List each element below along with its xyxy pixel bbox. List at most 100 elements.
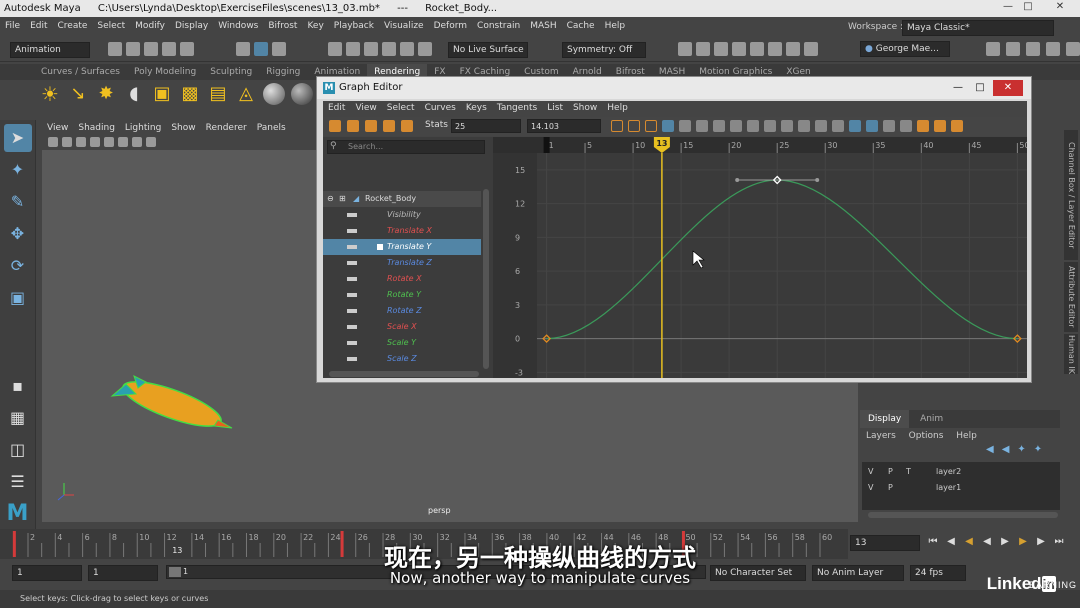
- search-input[interactable]: Search...: [348, 142, 383, 151]
- volume-light-icon[interactable]: ▩: [179, 83, 201, 105]
- layout-four-icon[interactable]: ▦: [4, 404, 32, 432]
- lock-weight-icon[interactable]: [849, 120, 861, 132]
- viewport-menu-lighting[interactable]: Lighting: [120, 120, 166, 136]
- options-menu[interactable]: Options: [909, 431, 944, 441]
- ambient-light-icon[interactable]: ☀: [39, 83, 61, 105]
- rocket-model[interactable]: [110, 373, 233, 435]
- channel-scale-y[interactable]: Scale Y: [323, 335, 481, 351]
- layout-two-icon[interactable]: ◫: [4, 436, 32, 464]
- point-light-icon[interactable]: ✸: [95, 83, 117, 105]
- menu-bifrost[interactable]: Bifrost: [263, 17, 302, 35]
- ge-menu-tangents[interactable]: Tangents: [492, 101, 542, 116]
- area-light-icon[interactable]: ▣: [151, 83, 173, 105]
- flat-tangent-icon[interactable]: [747, 120, 759, 132]
- channel-rotate-z[interactable]: Rotate Z: [323, 303, 481, 319]
- channel-rotate-x[interactable]: Rotate X: [323, 271, 481, 287]
- layer-type-toggle[interactable]: T: [906, 464, 911, 480]
- retime-icon[interactable]: [401, 120, 413, 132]
- layer-row[interactable]: V P layer1: [862, 480, 1060, 496]
- wireframe-icon[interactable]: [104, 137, 114, 147]
- workspace-dropdown[interactable]: Maya Classic*: [902, 20, 1054, 36]
- channel-scale-x[interactable]: Scale X: [323, 319, 481, 335]
- help-menu[interactable]: Help: [956, 431, 977, 441]
- ge-menu-edit[interactable]: Edit: [323, 101, 350, 116]
- channel-translate-x[interactable]: Translate X: [323, 223, 481, 239]
- menu-playback[interactable]: Playback: [329, 17, 379, 35]
- shader-sphere-icon[interactable]: [291, 83, 313, 105]
- layer-visible-toggle[interactable]: V: [868, 480, 873, 496]
- bookmark-icon[interactable]: [76, 137, 86, 147]
- center-current-icon[interactable]: [662, 120, 674, 132]
- tab-attribute-editor[interactable]: Attribute Editor: [1064, 262, 1078, 332]
- menu-modify[interactable]: Modify: [130, 17, 170, 35]
- frame-all-icon[interactable]: [611, 120, 623, 132]
- render-setup-icon[interactable]: [768, 42, 782, 56]
- spot-light-icon[interactable]: ◖: [123, 83, 145, 105]
- new-scene-icon[interactable]: [108, 42, 122, 56]
- maximize-icon[interactable]: □: [1018, 0, 1038, 14]
- render-frame-icon[interactable]: [678, 42, 692, 56]
- shelf-tab-poly-modeling[interactable]: Poly Modeling: [127, 64, 203, 80]
- camera-light-icon[interactable]: ▤: [207, 83, 229, 105]
- insert-key-icon[interactable]: [347, 120, 359, 132]
- new-layer-selected-icon[interactable]: ✦: [1034, 444, 1042, 455]
- render-ipr-icon[interactable]: [696, 42, 710, 56]
- stats-frame-field[interactable]: 25: [451, 119, 521, 133]
- stats-value-field[interactable]: 14.103: [527, 119, 601, 133]
- minimize-icon[interactable]: —: [998, 0, 1018, 14]
- snap-curve-icon[interactable]: [346, 42, 360, 56]
- grid-toggle-icon[interactable]: [90, 137, 100, 147]
- outliner-search[interactable]: ⚲ Search...: [327, 140, 485, 154]
- clamped-tangent-icon[interactable]: [713, 120, 725, 132]
- menu-select[interactable]: Select: [92, 17, 130, 35]
- tab-channel-box[interactable]: Channel Box / Layer Editor: [1064, 130, 1078, 260]
- ge-menu-list[interactable]: List: [542, 101, 568, 116]
- camera-lock-icon[interactable]: [62, 137, 72, 147]
- render-layer-icon[interactable]: ◬: [235, 83, 257, 105]
- layer-playback-toggle[interactable]: P: [888, 480, 893, 496]
- curve-graph-svg[interactable]: 1510152025303540455015129630-313: [493, 137, 1030, 378]
- ge-menu-help[interactable]: Help: [602, 101, 633, 116]
- layer-visible-toggle[interactable]: V: [868, 464, 873, 480]
- menu-mash[interactable]: MASH: [525, 17, 561, 35]
- smooth-shade-icon[interactable]: [118, 137, 128, 147]
- channel-translate-z[interactable]: Translate Z: [323, 255, 481, 271]
- graph-editor-title-bar[interactable]: M Graph Editor — □ ✕: [317, 77, 1031, 99]
- move-key-icon[interactable]: [329, 120, 341, 132]
- ge-minimize-icon[interactable]: —: [949, 80, 967, 96]
- plateau-tangent-icon[interactable]: [781, 120, 793, 132]
- menu-help[interactable]: Help: [600, 17, 631, 35]
- shelf-tab-sculpting[interactable]: Sculpting: [203, 64, 259, 80]
- ge-maximize-icon[interactable]: □: [971, 80, 989, 96]
- frame-selection-icon[interactable]: [628, 120, 640, 132]
- symmetry-dropdown[interactable]: Symmetry: Off: [562, 42, 646, 58]
- snap-surface-icon[interactable]: [418, 42, 432, 56]
- snap-point-icon[interactable]: [364, 42, 378, 56]
- light-editor-icon[interactable]: [786, 42, 800, 56]
- viewport-menu-renderer[interactable]: Renderer: [201, 120, 252, 136]
- snap-view-icon[interactable]: [400, 42, 414, 56]
- tab-human-ik[interactable]: Human IK: [1064, 334, 1078, 374]
- select-tool-icon[interactable]: ➤: [3, 124, 32, 152]
- paint-select-icon[interactable]: ✎: [4, 188, 32, 216]
- expand-icon[interactable]: ⊖: [327, 191, 334, 207]
- break-tangent-icon[interactable]: [798, 120, 810, 132]
- menu-constrain[interactable]: Constrain: [472, 17, 525, 35]
- camera-select-icon[interactable]: [48, 137, 58, 147]
- free-weight-icon[interactable]: [866, 120, 878, 132]
- menu-cache[interactable]: Cache: [562, 17, 600, 35]
- open-scene-icon[interactable]: [126, 42, 140, 56]
- layer-down-icon[interactable]: ◀: [1002, 444, 1010, 455]
- textured-icon[interactable]: [132, 137, 142, 147]
- select-object-icon[interactable]: [254, 42, 268, 56]
- menu-edit[interactable]: Edit: [25, 17, 52, 35]
- tab-display[interactable]: Display: [860, 410, 910, 428]
- close-icon[interactable]: ✕: [1040, 0, 1080, 14]
- menu-deform[interactable]: Deform: [429, 17, 472, 35]
- character-controls-icon[interactable]: [1006, 42, 1020, 56]
- curve-graph[interactable]: 1510152025303540455015129630-313: [493, 137, 1030, 378]
- scale-tool-icon[interactable]: ▣: [4, 284, 32, 312]
- layer-scrollbar[interactable]: [868, 512, 1058, 518]
- menu-create[interactable]: Create: [53, 17, 93, 35]
- weighted-tangent-icon[interactable]: [832, 120, 844, 132]
